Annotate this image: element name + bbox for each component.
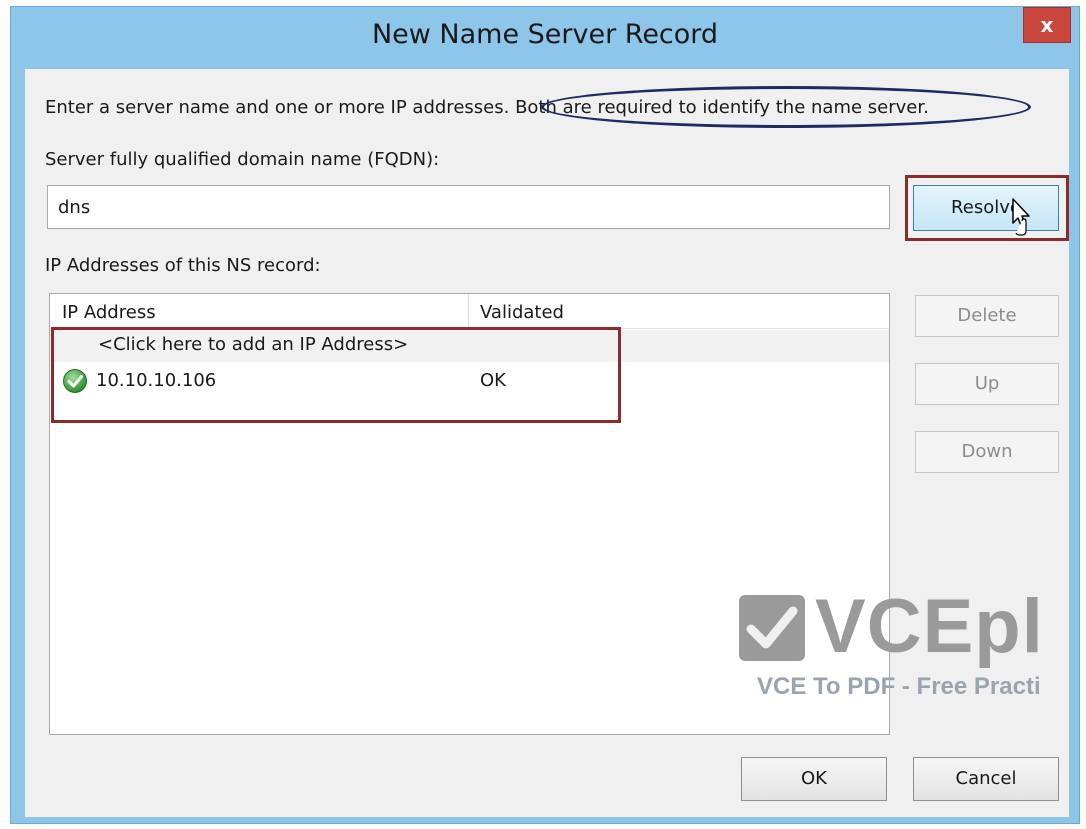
- cancel-button[interactable]: Cancel: [913, 757, 1059, 801]
- resolve-button[interactable]: Resolve: [913, 185, 1059, 231]
- add-ip-row[interactable]: <Click here to add an IP Address>: [50, 330, 889, 362]
- ip-address-cell: 10.10.10.106: [96, 370, 217, 391]
- table-row[interactable]: 10.10.10.106 OK: [50, 364, 889, 400]
- check-circle-icon: [63, 369, 87, 393]
- dialog-body: Enter a server name and one or more IP a…: [25, 69, 1069, 817]
- ok-button[interactable]: OK: [741, 757, 887, 801]
- column-divider[interactable]: [468, 294, 469, 328]
- dialog-window: New Name Server Record x Enter a server …: [10, 6, 1080, 824]
- up-button[interactable]: Up: [915, 363, 1059, 405]
- down-button[interactable]: Down: [915, 431, 1059, 473]
- instructions-part1: Enter a server name and one or more IP a…: [45, 97, 510, 118]
- delete-button[interactable]: Delete: [915, 295, 1059, 337]
- list-header: IP Address Validated: [50, 294, 889, 329]
- column-header-validated[interactable]: Validated: [480, 302, 564, 323]
- close-button[interactable]: x: [1023, 7, 1071, 43]
- dialog-title: New Name Server Record: [371, 19, 719, 50]
- validated-cell: OK: [480, 370, 506, 391]
- instructions-text: Enter a server name and one or more IP a…: [45, 97, 929, 118]
- add-ip-text[interactable]: <Click here to add an IP Address>: [98, 334, 408, 355]
- ip-address-list[interactable]: IP Address Validated <Click here to add …: [49, 293, 890, 735]
- column-header-ip-address[interactable]: IP Address: [62, 302, 156, 323]
- title-bar[interactable]: New Name Server Record x: [11, 7, 1079, 67]
- fqdn-input[interactable]: [47, 185, 890, 229]
- instructions-part2: Both are required to identify the name s…: [515, 97, 929, 118]
- ip-section-label: IP Addresses of this NS record:: [45, 255, 321, 276]
- hand-cursor-icon: [1012, 198, 1030, 236]
- fqdn-label: Server fully qualified domain name (FQDN…: [45, 149, 440, 170]
